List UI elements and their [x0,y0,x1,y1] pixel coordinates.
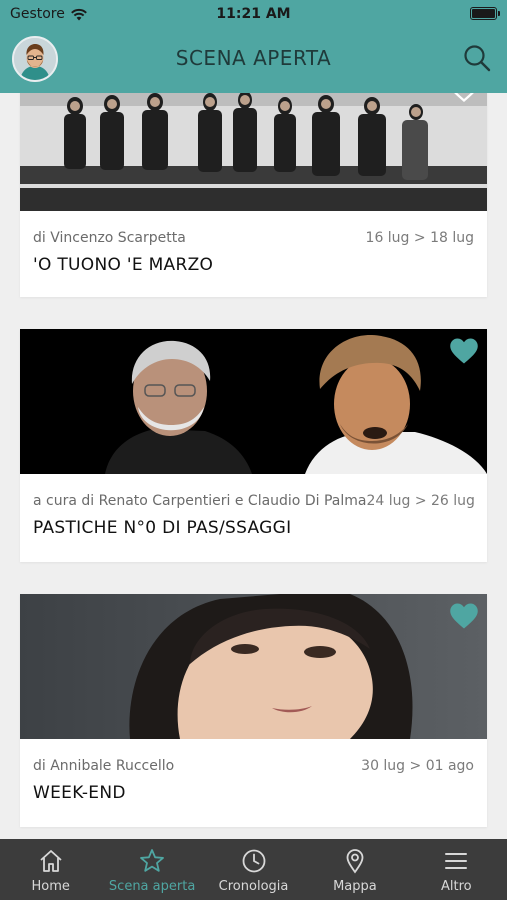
clock-icon [242,849,265,873]
tab-scena-aperta[interactable]: Scena aperta [101,839,202,900]
events-feed[interactable]: di Vincenzo Scarpetta 16 lug > 18 lug 'O… [0,93,507,839]
map-pin-icon [346,849,364,874]
tab-bar: Home Scena aperta Cronologia Mappa Altro [0,839,507,900]
event-author: di Vincenzo Scarpetta [33,230,186,246]
event-dates: 24 lug > 26 lug [366,493,475,509]
event-title: 'O TUONO 'E MARZO [33,255,214,275]
favorite-icon[interactable] [449,93,479,102]
favorite-icon[interactable] [449,337,479,365]
event-image [20,594,487,739]
home-icon [40,850,62,872]
battery-icon [470,7,500,20]
tab-label: Mappa [333,879,377,894]
event-card[interactable]: a cura di Renato Carpentieri e Claudio D… [20,329,487,562]
tab-label: Scena aperta [108,879,196,894]
search-icon [464,45,491,72]
actors-photo [20,329,487,474]
status-bar: Gestore 11:21 AM [0,0,507,28]
star-icon [140,849,165,872]
tab-home[interactable]: Home [0,839,101,900]
event-meta: di Vincenzo Scarpetta 16 lug > 18 lug [20,230,487,246]
event-card[interactable]: di Annibale Ruccello 30 lug > 01 ago WEE… [20,594,487,827]
cast-photo [20,93,487,211]
tab-cronologia[interactable]: Cronologia [203,839,304,900]
page-title: SCENA APERTA [175,46,332,70]
event-card[interactable]: di Vincenzo Scarpetta 16 lug > 18 lug 'O… [20,93,487,297]
event-meta: a cura di Renato Carpentieri e Claudio D… [20,493,487,509]
tab-label: Cronologia [218,879,289,894]
event-meta: di Annibale Ruccello 30 lug > 01 ago [20,758,487,774]
status-time: 11:21 AM [216,6,291,22]
event-dates: 16 lug > 18 lug [365,230,474,246]
menu-icon [445,853,468,869]
event-title: WEEK-END [33,783,126,803]
event-author: di Annibale Ruccello [33,758,175,774]
nav-bar: SCENA APERTA [0,28,507,93]
event-image [20,329,487,474]
tab-label: Altro [441,879,472,894]
event-dates: 30 lug > 01 ago [361,758,474,774]
app-header: Gestore 11:21 AM SCENA APERTA [0,0,507,93]
search-button[interactable] [461,42,493,74]
tab-mappa[interactable]: Mappa [304,839,405,900]
event-title: PASTICHE N°0 DI PAS/SSAGGI [33,518,292,538]
event-image [20,93,487,211]
favorite-icon[interactable] [449,602,479,630]
tab-altro[interactable]: Altro [406,839,507,900]
actress-photo [20,594,487,739]
tab-label: Home [31,879,70,894]
event-author: a cura di Renato Carpentieri e Claudio D… [33,493,367,509]
